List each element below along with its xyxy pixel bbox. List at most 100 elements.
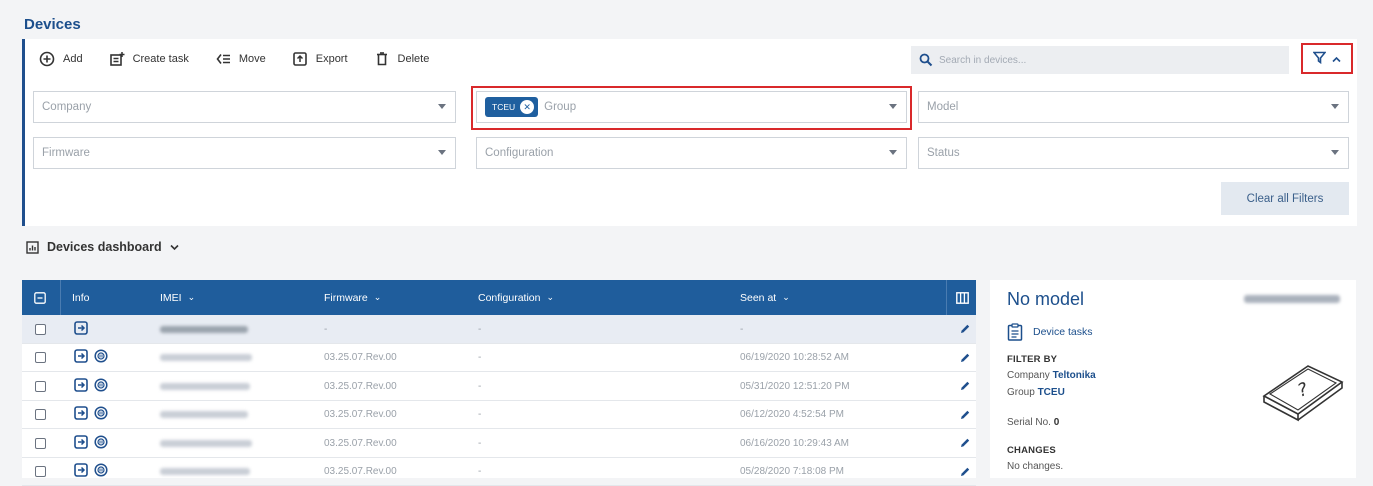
row-checkbox[interactable]	[35, 344, 46, 372]
model-placeholder: Model	[927, 101, 958, 113]
export-button[interactable]: Export	[292, 51, 348, 67]
move-button[interactable]: Move	[215, 51, 266, 67]
table-header: Info IMEI ⌄ Firmware ⌄ Configuration ⌄ S…	[22, 280, 976, 315]
delete-label: Delete	[398, 53, 430, 65]
company-row: Company Teltonika	[1007, 370, 1096, 381]
configuration-cell: -	[478, 315, 481, 343]
configuration-placeholder: Configuration	[485, 147, 553, 159]
imei-redacted	[160, 383, 250, 390]
sim-icon[interactable]	[94, 378, 108, 395]
devices-dashboard-toggle[interactable]: Devices dashboard	[26, 240, 179, 254]
table-row[interactable]: 03.25.07.Rev.00 - 06/16/2020 10:29:43 AM	[22, 429, 976, 458]
company-link[interactable]: Teltonika	[1053, 370, 1096, 381]
caret-down-icon	[889, 150, 897, 155]
add-button[interactable]: Add	[39, 51, 83, 67]
move-icon	[215, 51, 231, 67]
device-tasks-label: Device tasks	[1033, 326, 1093, 338]
device-icon[interactable]	[74, 406, 88, 423]
header-info: Info	[72, 280, 90, 315]
configuration-cell: -	[478, 429, 481, 457]
sim-icon[interactable]	[94, 463, 108, 480]
device-icon[interactable]	[74, 321, 88, 338]
company-select[interactable]: Company	[33, 91, 456, 123]
pencil-icon[interactable]	[959, 401, 971, 429]
configuration-cell: -	[478, 372, 481, 400]
group-row: Group TCEU	[1007, 387, 1065, 398]
caret-down-icon	[438, 104, 446, 109]
info-cell	[74, 458, 108, 486]
company-placeholder: Company	[42, 101, 91, 113]
pencil-icon[interactable]	[959, 372, 971, 400]
row-checkbox[interactable]	[35, 315, 46, 343]
chevron-down-icon	[170, 240, 179, 254]
imei-cell	[160, 315, 248, 343]
columns-icon[interactable]	[956, 280, 969, 315]
serial-key: Serial No.	[1007, 417, 1051, 428]
firmware-cell: 03.25.07.Rev.00	[324, 429, 397, 457]
header-imei-label: IMEI	[160, 292, 182, 304]
changes-value: No changes.	[1007, 461, 1063, 472]
device-icon[interactable]	[74, 435, 88, 452]
clear-all-filters-button[interactable]: Clear all Filters	[1221, 182, 1349, 215]
firmware-cell: -	[324, 315, 327, 343]
row-checkbox[interactable]	[35, 401, 46, 429]
table-row[interactable]: - - -	[22, 315, 976, 344]
info-cell	[74, 315, 88, 343]
row-checkbox[interactable]	[35, 372, 46, 400]
sim-icon[interactable]	[94, 406, 108, 423]
header-configuration[interactable]: Configuration ⌄	[478, 280, 554, 315]
group-link[interactable]: TCEU	[1038, 387, 1065, 398]
table-body: - - - 03.25.07.Rev.00 - 06/19/2020 10:28…	[22, 315, 976, 486]
table-row[interactable]: 03.25.07.Rev.00 - 05/31/2020 12:51:20 PM	[22, 372, 976, 401]
pencil-icon[interactable]	[959, 458, 971, 486]
sim-icon[interactable]	[94, 435, 108, 452]
imei-redacted	[160, 326, 248, 333]
info-cell	[74, 429, 108, 457]
plus-circle-icon	[39, 51, 55, 67]
header-imei[interactable]: IMEI ⌄	[160, 280, 195, 315]
caret-down-icon	[1331, 150, 1339, 155]
status-placeholder: Status	[927, 147, 960, 159]
device-icon[interactable]	[74, 349, 88, 366]
sim-icon[interactable]	[94, 349, 108, 366]
firmware-select[interactable]: Firmware	[33, 137, 456, 169]
configuration-select[interactable]: Configuration	[476, 137, 907, 169]
seen-at-cell: 06/12/2020 4:52:54 PM	[740, 401, 844, 429]
pencil-icon[interactable]	[959, 344, 971, 372]
device-icon[interactable]	[74, 463, 88, 480]
caret-down-icon	[1331, 104, 1339, 109]
info-cell	[74, 401, 108, 429]
device-icon[interactable]	[74, 378, 88, 395]
filter-toggle-button[interactable]	[1301, 43, 1353, 74]
search-input[interactable]: Search in devices...	[911, 46, 1289, 74]
search-icon	[919, 53, 933, 67]
row-checkbox[interactable]	[35, 429, 46, 457]
header-seen-at[interactable]: Seen at ⌄	[740, 280, 790, 315]
imei-cell	[160, 458, 250, 486]
seen-at-cell: 06/16/2020 10:29:43 AM	[740, 429, 849, 457]
model-select[interactable]: Model	[918, 91, 1349, 123]
table-row[interactable]: 03.25.07.Rev.00 - 05/28/2020 7:18:08 PM	[22, 458, 976, 486]
status-select[interactable]: Status	[918, 137, 1349, 169]
add-label: Add	[63, 53, 83, 65]
dashboard-label: Devices dashboard	[47, 240, 162, 254]
imei-cell	[160, 429, 252, 457]
header-firmware[interactable]: Firmware ⌄	[324, 280, 381, 315]
move-label: Move	[239, 53, 266, 65]
create-task-button[interactable]: Create task	[109, 51, 189, 67]
toolbar: Add Create task Move Export Delete	[39, 51, 455, 67]
imei-redacted	[160, 354, 252, 361]
sort-chevron-icon: ⌄	[188, 292, 196, 303]
search-placeholder: Search in devices...	[939, 55, 1026, 66]
row-checkbox[interactable]	[35, 458, 46, 486]
pencil-icon[interactable]	[959, 315, 971, 343]
device-detail-panel: No model Device tasks FILTER BY Company …	[990, 280, 1356, 478]
configuration-cell: -	[478, 401, 481, 429]
select-all-checkbox[interactable]	[34, 280, 46, 315]
device-tasks-link[interactable]: Device tasks	[1007, 323, 1093, 341]
header-configuration-label: Configuration	[478, 292, 540, 304]
delete-button[interactable]: Delete	[374, 51, 430, 67]
pencil-icon[interactable]	[959, 429, 971, 457]
table-row[interactable]: 03.25.07.Rev.00 - 06/19/2020 10:28:52 AM	[22, 344, 976, 373]
table-row[interactable]: 03.25.07.Rev.00 - 06/12/2020 4:52:54 PM	[22, 401, 976, 430]
